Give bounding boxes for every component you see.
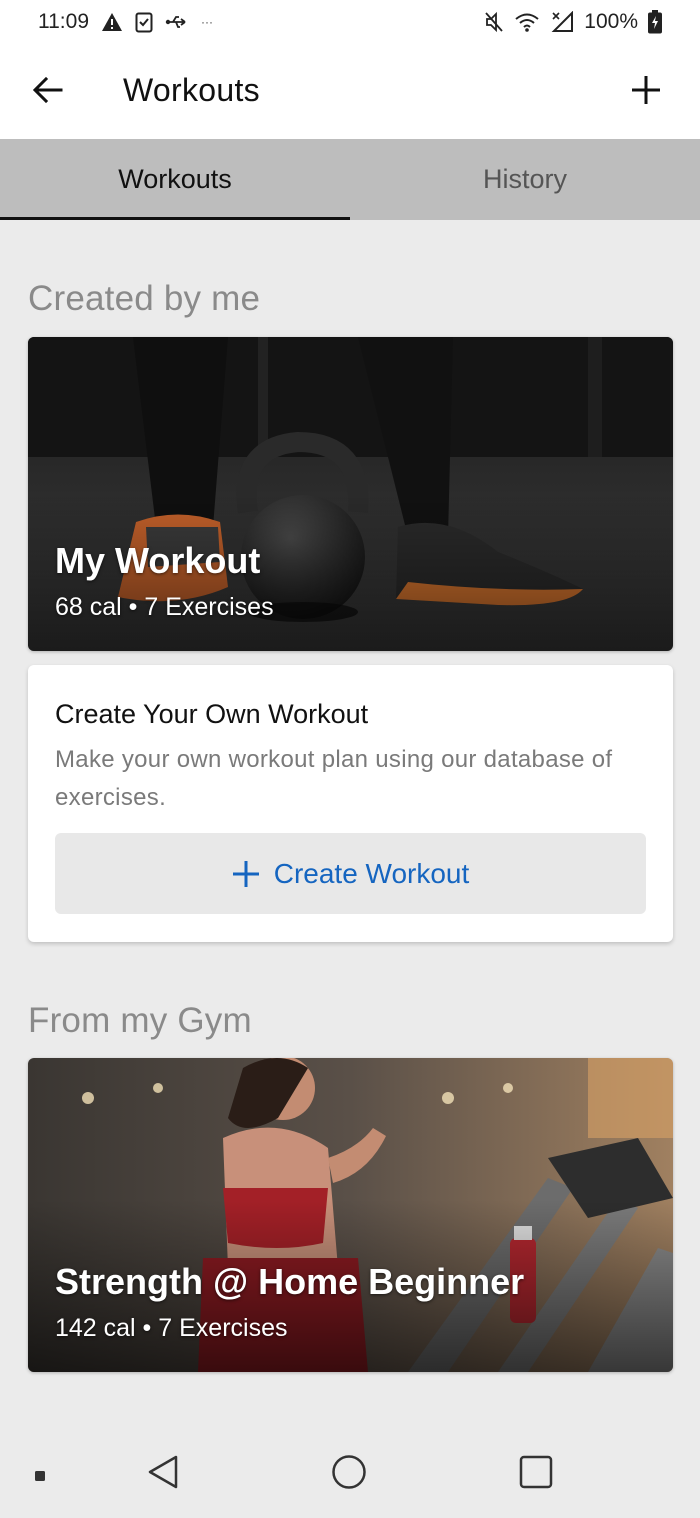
- workout-card-strength-home-beginner[interactable]: Strength @ Home Beginner 142 cal • 7 Exe…: [28, 1058, 673, 1372]
- section-title-from-my-gym: From my Gym: [28, 1001, 252, 1040]
- back-triangle-icon: [148, 1455, 178, 1489]
- app-bar: Workouts: [0, 44, 700, 139]
- create-workout-card: Create Your Own Workout Make your own wo…: [28, 665, 673, 942]
- card-title: My Workout: [55, 540, 261, 581]
- tab-workouts[interactable]: Workouts: [0, 139, 350, 220]
- card-title: Strength @ Home Beginner: [55, 1261, 525, 1302]
- battery-percent: 100%: [584, 10, 638, 33]
- section-title-created-by-me: Created by me: [28, 279, 261, 318]
- overview-dot-icon: [35, 1471, 45, 1481]
- usb-icon: [165, 13, 189, 31]
- signal-icon: [550, 11, 574, 33]
- recents-nav-button[interactable]: [518, 1454, 554, 1490]
- recents-square-icon: [519, 1455, 553, 1489]
- create-card-description: Make your own workout plan using our dat…: [55, 746, 613, 811]
- back-button[interactable]: [24, 66, 72, 114]
- tab-bar: Workouts History: [0, 139, 700, 220]
- overview-dot-button[interactable]: [34, 1470, 46, 1482]
- status-time: 11:09: [38, 10, 89, 33]
- wifi-icon: [514, 11, 540, 33]
- home-circle-icon: [332, 1455, 366, 1489]
- status-bar: 11:09 ··· 100%: [0, 0, 700, 44]
- back-nav-button[interactable]: [145, 1454, 181, 1490]
- add-workout-button[interactable]: [622, 66, 670, 114]
- card-subtitle: 142 cal • 7 Exercises: [55, 1314, 288, 1342]
- status-more: ···: [201, 15, 213, 29]
- status-right: 100%: [484, 10, 662, 34]
- clipboard-check-icon: [135, 11, 153, 33]
- create-card-title: Create Your Own Workout: [55, 699, 369, 729]
- page-title: Workouts: [123, 72, 260, 108]
- plus-icon: [632, 76, 660, 104]
- create-workout-button[interactable]: Create Workout: [55, 833, 646, 914]
- home-nav-button[interactable]: [331, 1454, 367, 1490]
- plus-icon: [232, 860, 259, 887]
- status-left: 11:09 ···: [38, 10, 213, 34]
- card-subtitle: 68 cal • 7 Exercises: [55, 593, 274, 621]
- workout-card-my-workout[interactable]: My Workout 68 cal • 7 Exercises: [28, 337, 673, 651]
- create-workout-label: Create Workout: [273, 857, 470, 889]
- mute-icon: [484, 11, 504, 33]
- tab-history[interactable]: History: [350, 139, 700, 220]
- alert-icon: [101, 12, 123, 32]
- system-nav-bar: [0, 1430, 700, 1518]
- arrow-left-icon: [33, 77, 63, 103]
- battery-icon: [648, 10, 662, 34]
